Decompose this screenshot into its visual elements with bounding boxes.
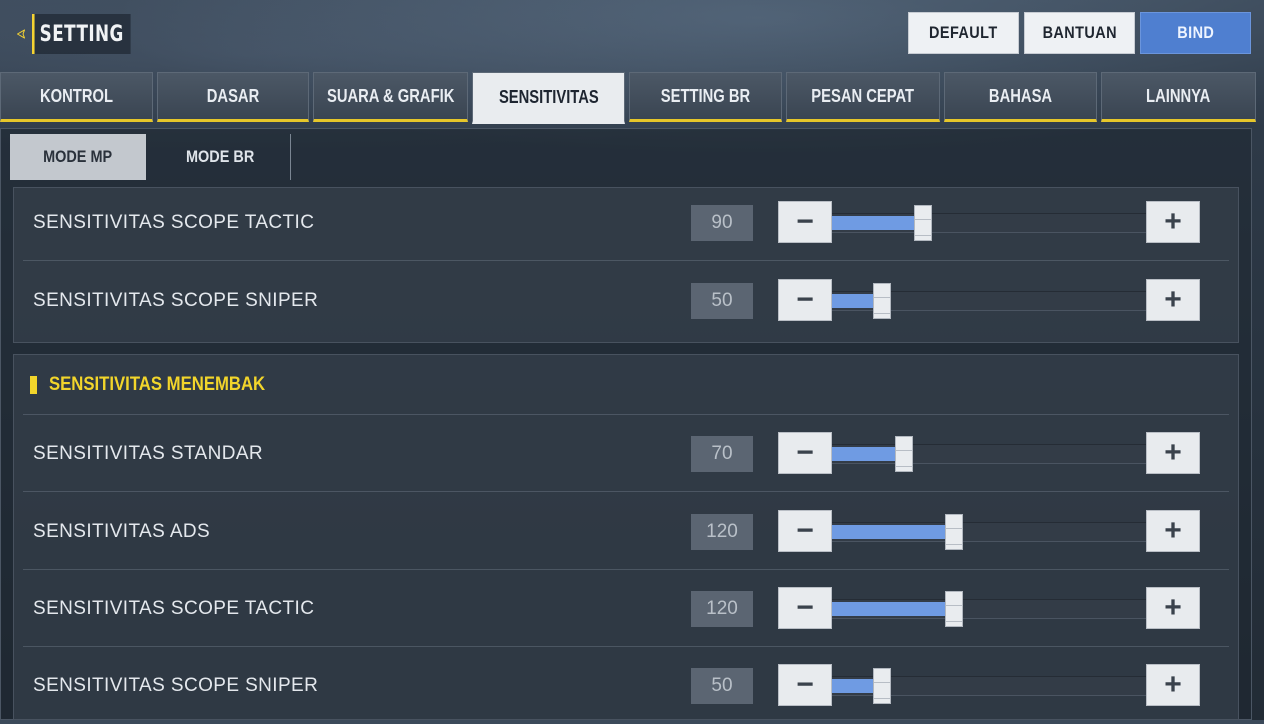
- bind-button[interactable]: BIND: [1140, 12, 1251, 54]
- setting-row: SENSITIVITAS SCOPE SNIPER 50 − +: [13, 648, 1239, 724]
- increase-button[interactable]: +: [1146, 510, 1200, 552]
- setting-value: 120: [691, 514, 753, 550]
- increase-button[interactable]: +: [1146, 664, 1200, 706]
- slider-track[interactable]: [832, 668, 1146, 704]
- setting-label: SENSITIVITAS SCOPE TACTIC: [33, 212, 315, 233]
- plus-icon: +: [1164, 591, 1182, 624]
- default-button[interactable]: DEFAULT: [908, 12, 1019, 54]
- setting-value: 90: [691, 205, 753, 241]
- minus-icon: −: [796, 591, 814, 624]
- slider-thumb[interactable]: [873, 283, 891, 319]
- section-heading: SENSITIVITAS MENEMBAK: [30, 366, 295, 404]
- setting-value: 50: [691, 283, 753, 319]
- setting-label: SENSITIVITAS ADS: [33, 521, 211, 542]
- plus-icon: +: [1164, 436, 1182, 469]
- setting-row: SENSITIVITAS SCOPE SNIPER 50 − +: [13, 263, 1239, 339]
- slider-thumb[interactable]: [873, 668, 891, 704]
- setting-value: 120: [691, 591, 753, 627]
- minus-icon: −: [796, 514, 814, 547]
- increase-button[interactable]: +: [1146, 279, 1200, 321]
- minus-icon: −: [796, 283, 814, 316]
- slider-thumb[interactable]: [914, 205, 932, 241]
- setting-row: SENSITIVITAS SCOPE TACTIC 120 − +: [13, 571, 1239, 647]
- slider-track[interactable]: [832, 436, 1146, 472]
- decrease-button[interactable]: −: [778, 664, 832, 706]
- slider-track[interactable]: [832, 591, 1146, 627]
- tab-bahasa[interactable]: BAHASA: [944, 72, 1097, 122]
- plus-icon: +: [1164, 283, 1182, 316]
- setting-label: SENSITIVITAS SCOPE TACTIC: [33, 598, 315, 619]
- tab-suara-grafik[interactable]: SUARA & GRAFIK: [313, 72, 468, 122]
- plus-icon: +: [1164, 668, 1182, 701]
- slider-fill: [832, 602, 954, 616]
- tab-pesan-cepat[interactable]: PESAN CEPAT: [786, 72, 940, 122]
- minus-icon: −: [796, 668, 814, 701]
- slider-fill: [832, 525, 954, 539]
- setting-row: SENSITIVITAS ADS 120 − +: [13, 494, 1239, 570]
- increase-button[interactable]: +: [1146, 432, 1200, 474]
- decrease-button[interactable]: −: [778, 587, 832, 629]
- tab-setting-br[interactable]: SETTING BR: [629, 72, 782, 122]
- row-divider: [23, 569, 1229, 570]
- slider-thumb[interactable]: [895, 436, 913, 472]
- tab-dasar[interactable]: DASAR: [157, 72, 309, 122]
- tab-lainnya[interactable]: LAINNYA: [1101, 72, 1256, 122]
- tab-sensitivitas[interactable]: SENSITIVITAS: [472, 72, 625, 124]
- setting-row: SENSITIVITAS SCOPE TACTIC 90 − +: [13, 185, 1239, 261]
- decrease-button[interactable]: −: [778, 279, 832, 321]
- row-divider: [23, 646, 1229, 647]
- setting-label: SENSITIVITAS STANDAR: [33, 443, 264, 464]
- plus-icon: +: [1164, 205, 1182, 238]
- minus-icon: −: [796, 436, 814, 469]
- decrease-button[interactable]: −: [778, 432, 832, 474]
- subtab-mode-mp[interactable]: MODE MP: [10, 134, 146, 180]
- section-divider: [23, 414, 1229, 415]
- slider-track[interactable]: [832, 205, 1146, 241]
- slider-track[interactable]: [832, 514, 1146, 550]
- row-divider: [23, 260, 1229, 261]
- setting-value: 50: [691, 668, 753, 704]
- tab-kontrol[interactable]: KONTROL: [0, 72, 153, 122]
- increase-button[interactable]: +: [1146, 587, 1200, 629]
- decrease-button[interactable]: −: [778, 510, 832, 552]
- setting-label: SENSITIVITAS SCOPE SNIPER: [33, 290, 319, 311]
- slider-thumb[interactable]: [945, 591, 963, 627]
- plus-icon: +: [1164, 514, 1182, 547]
- slider-track[interactable]: [832, 283, 1146, 319]
- row-divider: [23, 491, 1229, 492]
- settings-tabs: KONTROL DASAR SUARA & GRAFIK SENSITIVITA…: [0, 72, 1264, 124]
- subtab-mode-br[interactable]: MODE BR: [150, 134, 291, 180]
- page-title: SETTING: [32, 14, 131, 54]
- back-arrow-icon: [17, 29, 26, 39]
- back-button[interactable]: SETTING: [16, 12, 148, 56]
- help-button[interactable]: BANTUAN: [1024, 12, 1135, 54]
- increase-button[interactable]: +: [1146, 201, 1200, 243]
- slider-fill: [832, 216, 923, 230]
- slider-thumb[interactable]: [945, 514, 963, 550]
- setting-row: SENSITIVITAS STANDAR 70 − +: [13, 416, 1239, 492]
- slider-fill: [832, 447, 904, 461]
- minus-icon: −: [796, 205, 814, 238]
- section-marker: [30, 376, 37, 394]
- setting-value: 70: [691, 436, 753, 472]
- decrease-button[interactable]: −: [778, 201, 832, 243]
- setting-label: SENSITIVITAS SCOPE SNIPER: [33, 675, 319, 696]
